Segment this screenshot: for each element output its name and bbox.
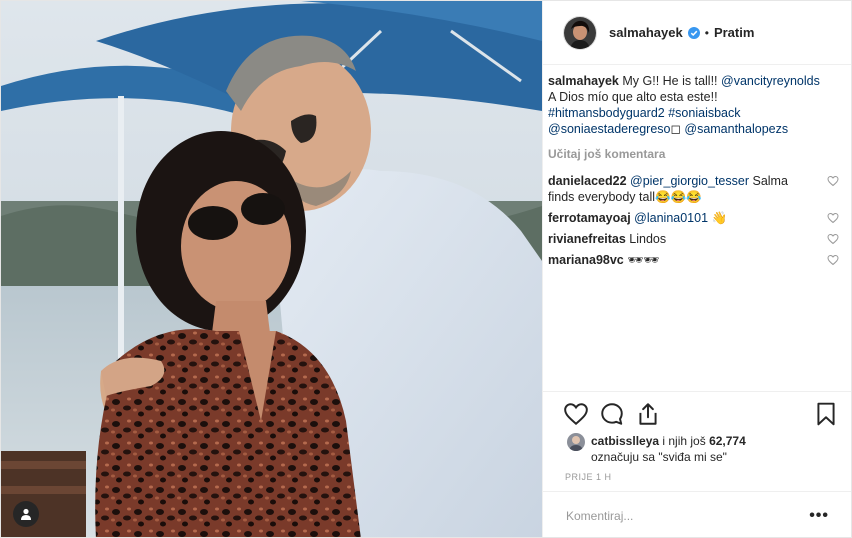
comments-list: salmahayek My G!! He is tall!! @vancityr… <box>543 65 851 390</box>
likes-count[interactable]: 62,774 <box>709 434 746 448</box>
bookmark-icon[interactable] <box>813 401 839 427</box>
comment-username[interactable]: mariana98vc <box>548 253 624 267</box>
comment-mention[interactable]: @lanina0101 <box>634 211 708 225</box>
post-side-panel: salmahayek • Pratim salmahayek My G!! He… <box>542 1 851 537</box>
following-button[interactable]: Pratim <box>714 25 754 40</box>
load-more-comments-button[interactable]: Učitaj još komentara <box>548 147 839 161</box>
more-options-button[interactable]: ••• <box>809 507 829 525</box>
caption-text: ◻ <box>670 122 681 136</box>
comment-item: rivianefreitas Lindos <box>548 231 839 247</box>
caption-username[interactable]: salmahayek <box>548 74 619 88</box>
comment-input[interactable] <box>564 507 810 524</box>
heart-icon[interactable] <box>827 254 839 266</box>
caption-text: My G!! He is tall!! <box>618 74 721 88</box>
person-tag-icon <box>21 508 31 520</box>
comment-mention[interactable]: @pier_giorgio_tesser <box>630 174 749 188</box>
instagram-post: salmahayek • Pratim salmahayek My G!! He… <box>0 0 852 538</box>
liker-username[interactable]: catbisslleya <box>591 434 659 448</box>
caption-text: A Dios mío que alto esta este!! <box>548 90 718 104</box>
heart-icon[interactable] <box>827 233 839 245</box>
verified-badge-icon <box>687 26 700 39</box>
comment-item: danielaced22 @pier_giorgio_tesser Salma … <box>548 173 839 205</box>
comment-item: ferrotamayoaj @lanina0101 👋 <box>548 210 839 226</box>
comment-username[interactable]: danielaced22 <box>548 174 627 188</box>
likes-summary: catbisslleya i njih još 62,774 označuju … <box>567 433 839 465</box>
avatar[interactable] <box>563 15 597 50</box>
heart-icon[interactable] <box>827 212 839 224</box>
comment-icon[interactable] <box>599 401 625 427</box>
caption-mention[interactable]: @samanthalopezs <box>684 122 788 136</box>
comment-text: Lindos <box>625 232 667 246</box>
liker-avatar[interactable] <box>567 433 585 451</box>
comment-username[interactable]: rivianefreitas <box>548 232 626 246</box>
author-username[interactable]: salmahayek <box>609 25 683 40</box>
add-comment-bar: ••• <box>543 491 851 537</box>
post-header: salmahayek • Pratim <box>543 1 851 65</box>
caption-hashtag[interactable]: #hitmansbodyguard2 <box>548 106 665 120</box>
likes-text: označuju sa "sviđa mi se" <box>591 450 727 464</box>
post-timestamp[interactable]: PRIJE 1 H <box>565 472 612 482</box>
heart-icon[interactable] <box>563 401 589 427</box>
comment-username[interactable]: ferrotamayoaj <box>548 211 631 225</box>
caption-hashtag[interactable]: #soniaisback <box>668 106 740 120</box>
post-actions-bar <box>543 391 851 435</box>
post-caption: salmahayek My G!! He is tall!! @vancityr… <box>548 73 839 137</box>
tag-people-button[interactable] <box>13 501 39 527</box>
comment-text: 👋 <box>708 211 728 225</box>
caption-mention[interactable]: @vancityreynolds <box>721 74 820 88</box>
caption-mention[interactable]: @soniaestaderegreso <box>548 122 671 136</box>
comment-text: 🕶🕶 <box>623 253 659 267</box>
separator-dot: • <box>704 25 709 40</box>
heart-icon[interactable] <box>827 175 839 187</box>
comment-item: mariana98vc 🕶🕶 <box>548 252 839 268</box>
share-icon[interactable] <box>635 401 661 427</box>
likes-text: i njih još <box>659 434 710 448</box>
post-photo[interactable] <box>1 1 542 537</box>
